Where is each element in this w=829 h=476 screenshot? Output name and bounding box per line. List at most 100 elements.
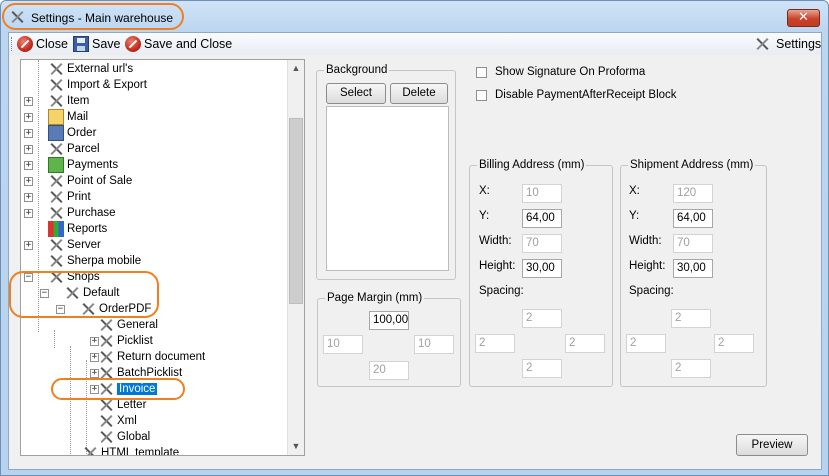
import-export-icon (48, 77, 64, 93)
shipment-x-input[interactable]: 120 (673, 184, 713, 203)
shipment-y-input[interactable]: 64,00 (673, 209, 713, 228)
order-icon (48, 125, 64, 141)
margin-top-input[interactable]: 100,00 (369, 311, 409, 330)
client-area: Close Save Save and Close Settings Exter… (8, 32, 822, 470)
item-icon (48, 93, 64, 109)
close-circle-icon (125, 36, 141, 52)
margin-right-input[interactable]: 10 (414, 335, 454, 354)
shipment-width-input[interactable]: 70 (673, 234, 713, 253)
shipment-height-label: Height: (629, 260, 666, 272)
billing-height-label: Height: (479, 260, 516, 272)
tools-icon (98, 349, 114, 365)
disable-payment-label: Disable PaymentAfterReceipt Block (495, 89, 677, 101)
shipment-y-label: Y: (629, 210, 640, 222)
tree-item-reports[interactable]: Reports (67, 223, 107, 235)
tree-item-html-template[interactable]: HTML template (101, 447, 179, 455)
tools-icon (48, 173, 64, 189)
delete-button[interactable]: Delete (390, 83, 448, 104)
tree-item-purchase[interactable]: Purchase (67, 207, 116, 219)
background-preview (326, 106, 449, 271)
billing-x-input[interactable]: 10 (522, 184, 562, 203)
annotation-shops-highlight (9, 271, 159, 318)
save-label: Save (92, 37, 121, 51)
save-and-close-button[interactable]: Save and Close (125, 35, 232, 53)
scroll-thumb[interactable] (289, 118, 303, 304)
tools-icon (98, 429, 114, 445)
tree-item-point-of-sale[interactable]: Point of Sale (67, 175, 132, 187)
tools-icon (48, 189, 64, 205)
window-close-button[interactable]: ✕ (787, 9, 820, 27)
billing-spacing-left-input[interactable]: 2 (475, 334, 515, 353)
billing-width-label: Width: (479, 235, 512, 247)
page-margin-group: Page Margin (mm) 100,00 10 10 20 (317, 292, 461, 387)
disable-payment-checkbox[interactable] (476, 90, 487, 101)
scroll-down-arrow-icon[interactable]: ▼ (288, 438, 304, 455)
tree-item-picklist[interactable]: Picklist (117, 335, 153, 347)
toolbar-grip[interactable] (11, 37, 14, 51)
preview-button[interactable]: Preview (736, 434, 808, 456)
tools-icon (754, 36, 770, 52)
annotation-invoice-highlight (51, 378, 185, 400)
shipment-address-label: Shipment Address (mm) (628, 159, 756, 171)
tree-item-external-urls[interactable]: External url's (67, 63, 133, 75)
select-button[interactable]: Select (326, 83, 386, 104)
annotation-title-highlight (2, 3, 184, 30)
mail-icon (48, 109, 64, 125)
tree-item-letter[interactable]: Letter (117, 399, 146, 411)
tree-item-global[interactable]: Global (117, 431, 150, 443)
scroll-up-arrow-icon[interactable]: ▲ (288, 60, 304, 77)
tree-line (70, 346, 71, 455)
shipment-spacing-top-input[interactable]: 2 (671, 309, 711, 328)
tools-icon (98, 333, 114, 349)
shipment-width-label: Width: (629, 235, 662, 247)
page-margin-label: Page Margin (mm) (325, 292, 425, 304)
shipment-spacing-bottom-input[interactable]: 2 (671, 359, 711, 378)
billing-width-input[interactable]: 70 (522, 234, 562, 253)
margin-bottom-input[interactable]: 20 (369, 361, 409, 380)
close-circle-icon (17, 36, 33, 52)
background-label: Background (324, 64, 390, 76)
payments-icon (48, 157, 64, 173)
tools-icon (98, 317, 114, 333)
show-signature-checkbox[interactable] (476, 67, 487, 78)
tree-item-order[interactable]: Order (67, 127, 96, 139)
tools-icon (48, 237, 64, 253)
tree-item-xml[interactable]: Xml (117, 415, 137, 427)
tree-item-item[interactable]: Item (67, 95, 89, 107)
shipment-spacing-left-input[interactable]: 2 (626, 334, 666, 353)
billing-height-input[interactable]: 30,00 (522, 259, 562, 278)
billing-spacing-top-input[interactable]: 2 (522, 309, 562, 328)
tree-line (54, 330, 55, 348)
billing-address-label: Billing Address (mm) (477, 159, 587, 171)
tree-scrollbar[interactable]: ▲ ▼ (287, 60, 304, 455)
reports-icon (48, 221, 64, 237)
billing-y-input[interactable]: 64,00 (522, 209, 562, 228)
show-signature-label: Show Signature On Proforma (495, 66, 646, 78)
billing-spacing-right-input[interactable]: 2 (565, 334, 605, 353)
tree-item-parcel[interactable]: Parcel (67, 143, 100, 155)
billing-address-group: Billing Address (mm) X: 10 Y: 64,00 Widt… (469, 159, 613, 387)
settings-window: Settings - Main warehouse ✕ Close Save S… (0, 0, 829, 476)
save-button[interactable]: Save (73, 35, 121, 53)
shipment-height-input[interactable]: 30,00 (673, 259, 713, 278)
toolbar: Close Save Save and Close Settings (9, 33, 821, 55)
shipment-spacing-right-input[interactable]: 2 (714, 334, 754, 353)
tree-item-import-export[interactable]: Import & Export (67, 79, 147, 91)
shipment-address-group: Shipment Address (mm) X: 120 Y: 64,00 Wi… (620, 159, 767, 387)
shipment-x-label: X: (629, 185, 640, 197)
tree-item-payments[interactable]: Payments (67, 159, 118, 171)
billing-spacing-bottom-input[interactable]: 2 (522, 359, 562, 378)
tree-item-mail[interactable]: Mail (67, 111, 88, 123)
save-close-label: Save and Close (144, 37, 233, 51)
tools-icon (48, 61, 64, 77)
tree-item-return-document[interactable]: Return document (117, 351, 205, 363)
tree-item-print[interactable]: Print (67, 191, 91, 203)
shipment-spacing-label: Spacing: (629, 285, 674, 297)
close-button[interactable]: Close (17, 35, 68, 53)
settings-label: Settings (776, 37, 822, 51)
settings-button[interactable]: Settings (754, 35, 821, 53)
tree-item-sherpa-mobile[interactable]: Sherpa mobile (67, 255, 141, 267)
tree-item-server[interactable]: Server (67, 239, 101, 251)
tree-item-general[interactable]: General (117, 319, 158, 331)
margin-left-input[interactable]: 10 (323, 335, 363, 354)
